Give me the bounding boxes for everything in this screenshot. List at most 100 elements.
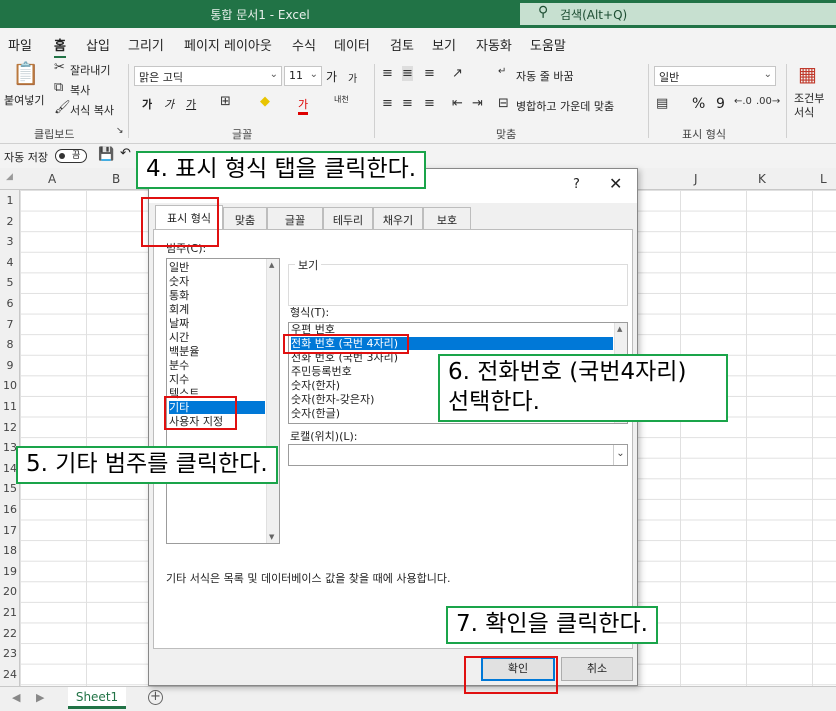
merge-center-button[interactable]: 병합하고 가운데 맞춤: [516, 98, 614, 114]
list-item[interactable]: 회계: [169, 303, 189, 316]
cut-button[interactable]: 잘라내기: [70, 62, 110, 78]
tab-view[interactable]: 보기: [432, 35, 456, 54]
align-right-icon[interactable]: ≡: [424, 96, 435, 111]
cut-icon[interactable]: ✂: [54, 60, 65, 75]
align-bottom-icon[interactable]: ≡: [424, 66, 435, 81]
row-header[interactable]: 24: [0, 668, 20, 681]
next-sheet-icon[interactable]: ▶: [36, 691, 44, 704]
row-header[interactable]: 9: [0, 359, 20, 372]
tab-fill[interactable]: 채우기: [373, 207, 423, 229]
conditional-format-icon[interactable]: ▦: [798, 62, 817, 86]
scrollbar[interactable]: ▲ ▼: [266, 259, 279, 543]
tab-formulas[interactable]: 수식: [292, 35, 316, 54]
align-middle-icon[interactable]: ≡: [402, 66, 413, 81]
increase-decimal-icon[interactable]: ←.0: [734, 96, 752, 107]
scroll-down-icon[interactable]: ▼: [269, 533, 274, 541]
list-item[interactable]: 일반: [169, 261, 189, 274]
shrink-font-button[interactable]: 가: [348, 70, 357, 85]
column-header[interactable]: K: [758, 172, 766, 186]
tab-review[interactable]: 검토: [390, 35, 414, 54]
bold-button[interactable]: 가: [142, 96, 152, 112]
undo-icon[interactable]: ↶: [120, 146, 131, 161]
tab-protection[interactable]: 보호: [423, 207, 471, 229]
tab-data[interactable]: 데이터: [334, 35, 370, 54]
row-header[interactable]: 12: [0, 421, 20, 434]
row-header[interactable]: 18: [0, 544, 20, 557]
grow-font-button[interactable]: 가: [326, 68, 337, 85]
list-item[interactable]: 숫자(한글): [291, 407, 340, 420]
list-item[interactable]: 지수: [169, 373, 189, 386]
tab-page-layout[interactable]: 페이지 레이아웃: [184, 35, 272, 54]
prev-sheet-icon[interactable]: ◀: [12, 691, 20, 704]
accounting-icon[interactable]: ▤: [656, 96, 668, 111]
fill-color-icon[interactable]: ◆: [260, 94, 270, 109]
tab-file[interactable]: 파일: [8, 35, 32, 54]
column-header[interactable]: L: [820, 172, 827, 186]
list-item[interactable]: 날짜: [169, 317, 189, 330]
scroll-up-icon[interactable]: ▲: [617, 325, 622, 333]
dialog-launcher-icon[interactable]: ↘: [116, 126, 124, 136]
list-item[interactable]: 분수: [169, 359, 189, 372]
format-painter-button[interactable]: 서식 복사: [70, 102, 114, 118]
tab-border[interactable]: 테두리: [323, 207, 373, 229]
align-center-icon[interactable]: ≡: [402, 96, 413, 111]
list-item[interactable]: 백분율: [169, 345, 199, 358]
percent-button[interactable]: %: [692, 96, 705, 112]
cancel-button[interactable]: 취소: [561, 657, 633, 681]
list-item[interactable]: 숫자: [169, 275, 189, 288]
tab-draw[interactable]: 그리기: [128, 35, 164, 54]
help-button[interactable]: ?: [573, 177, 580, 192]
conditional-format-button-line2[interactable]: 서식: [794, 104, 814, 120]
number-format-select[interactable]: 일반 ⌄: [654, 66, 776, 86]
tab-home[interactable]: 홈: [54, 35, 66, 59]
row-header[interactable]: 3: [0, 235, 20, 248]
column-header[interactable]: A: [48, 172, 56, 186]
row-header[interactable]: 15: [0, 482, 20, 495]
row-header[interactable]: 10: [0, 379, 20, 392]
font-size-select[interactable]: 11 ⌄: [284, 66, 322, 86]
paste-button[interactable]: 붙여넣기: [4, 92, 44, 108]
tab-alignment[interactable]: 맞춤: [223, 207, 267, 229]
row-header[interactable]: 23: [0, 647, 20, 660]
font-color-button[interactable]: 가: [298, 96, 309, 115]
list-item[interactable]: 통화: [169, 289, 189, 302]
row-header[interactable]: 1: [0, 194, 20, 207]
tab-insert[interactable]: 삽입: [86, 35, 110, 54]
row-header[interactable]: 16: [0, 503, 20, 516]
row-header[interactable]: 20: [0, 585, 20, 598]
column-header[interactable]: B: [112, 172, 120, 186]
underline-button[interactable]: 가: [186, 96, 196, 112]
add-sheet-button[interactable]: +: [148, 690, 163, 705]
wrap-text-icon[interactable]: ↵: [498, 66, 506, 77]
comma-button[interactable]: 9: [716, 96, 725, 112]
list-item[interactable]: 주민등록번호: [291, 365, 352, 378]
row-header[interactable]: 5: [0, 276, 20, 289]
format-painter-icon[interactable]: 🖌: [54, 100, 71, 115]
list-item[interactable]: 숫자(한자): [291, 379, 340, 392]
align-left-icon[interactable]: ≡: [382, 96, 393, 111]
italic-button[interactable]: 가: [164, 96, 174, 112]
row-header[interactable]: 21: [0, 606, 20, 619]
save-icon[interactable]: 💾: [98, 147, 114, 162]
paste-icon[interactable]: 📋: [12, 62, 39, 87]
phonetic-button[interactable]: 내천: [334, 94, 349, 105]
row-header[interactable]: 17: [0, 524, 20, 537]
autosave-toggle[interactable]: 끔: [55, 149, 87, 163]
row-header[interactable]: 2: [0, 215, 20, 228]
row-header[interactable]: 8: [0, 338, 20, 351]
search-box[interactable]: ⚲ 검색(Alt+Q): [520, 3, 836, 25]
copy-icon[interactable]: ⧉: [54, 80, 63, 95]
scroll-up-icon[interactable]: ▲: [269, 261, 274, 269]
font-name-select[interactable]: 맑은 고딕 ⌄: [134, 66, 282, 86]
list-item[interactable]: 시간: [169, 331, 189, 344]
sheet-tab[interactable]: Sheet1: [68, 687, 126, 709]
row-header[interactable]: 22: [0, 627, 20, 640]
row-header[interactable]: 19: [0, 565, 20, 578]
row-header[interactable]: 6: [0, 297, 20, 310]
close-button[interactable]: ✕: [609, 174, 622, 193]
row-header[interactable]: 4: [0, 256, 20, 269]
row-header[interactable]: 11: [0, 400, 20, 413]
column-header[interactable]: J: [694, 172, 698, 186]
copy-button[interactable]: 복사: [70, 82, 90, 98]
locale-select[interactable]: ⌄: [288, 444, 628, 466]
